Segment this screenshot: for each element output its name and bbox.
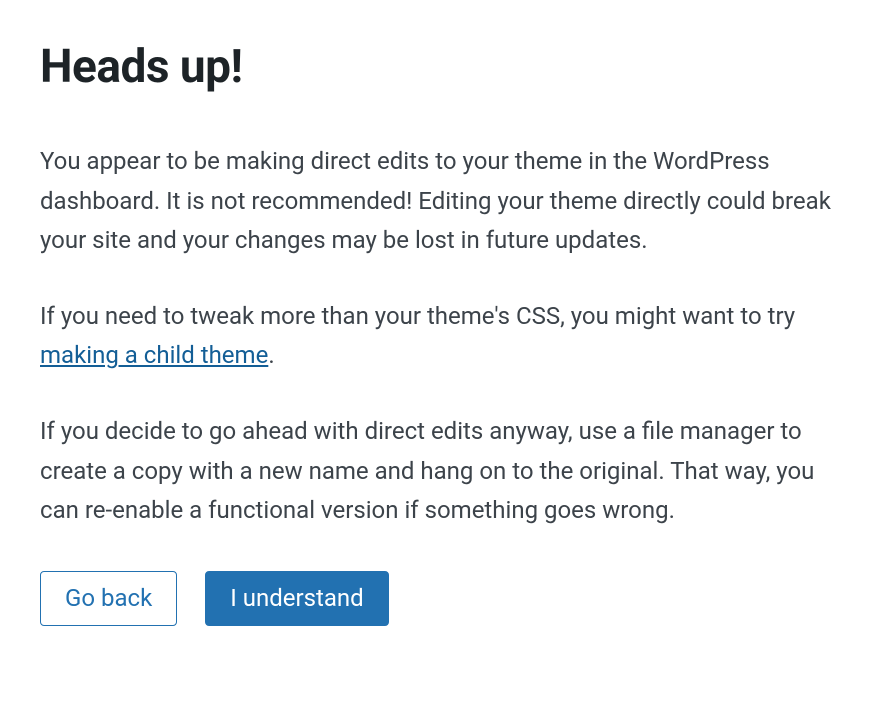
child-theme-link[interactable]: making a child theme	[40, 341, 268, 369]
go-back-button[interactable]: Go back	[40, 571, 177, 626]
dialog-paragraph-intro: You appear to be making direct edits to …	[40, 142, 842, 261]
warning-dialog: Heads up! You appear to be making direct…	[40, 40, 842, 626]
dialog-text-pre-link: If you need to tweak more than your them…	[40, 302, 795, 330]
dialog-actions: Go back I understand	[40, 571, 842, 626]
i-understand-button[interactable]: I understand	[205, 571, 388, 626]
dialog-title: Heads up!	[40, 40, 842, 94]
dialog-text-post-link: .	[268, 341, 274, 369]
dialog-paragraph-backup: If you decide to go ahead with direct ed…	[40, 412, 842, 531]
dialog-paragraph-child-theme: If you need to tweak more than your them…	[40, 297, 842, 376]
